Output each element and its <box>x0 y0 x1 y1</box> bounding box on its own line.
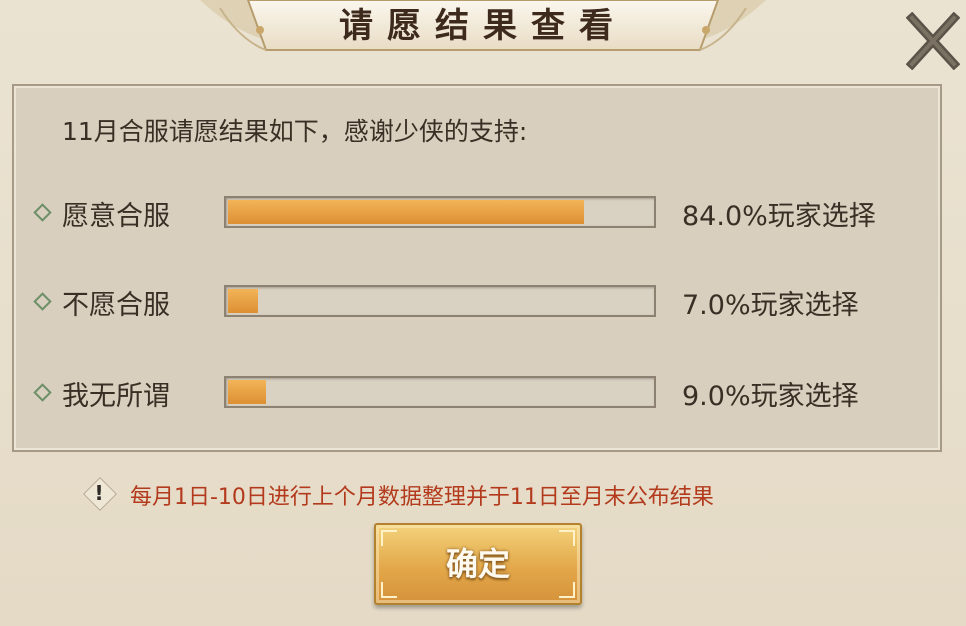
option-row-disagree: 不愿合服 7.0%玩家选择 <box>14 279 944 323</box>
result-intro: 11月合服请愿结果如下，感谢少侠的支持: <box>62 117 528 146</box>
option-label: 愿意合服 <box>62 201 170 232</box>
progress-bar <box>224 285 656 317</box>
confirm-label: 确定 <box>445 545 510 583</box>
close-button[interactable] <box>905 11 961 71</box>
diamond-bullet-icon <box>33 292 52 311</box>
petition-result-dialog: 请愿结果查看 11月合服请愿结果如下，感谢少侠的支持: 愿意合服 84.0%玩家… <box>0 0 966 626</box>
progress-bar <box>224 376 656 408</box>
option-percent: 9.0%玩家选择 <box>682 381 859 412</box>
option-percent: 7.0%玩家选择 <box>682 290 859 321</box>
diamond-bullet-icon <box>33 383 52 402</box>
notice: ! 每月1日-10日进行上个月数据整理并于11日至月末公布结果 <box>82 474 912 512</box>
diamond-bullet-icon <box>33 203 52 222</box>
title-banner: 请愿结果查看 <box>200 0 766 58</box>
option-row-indifferent: 我无所谓 9.0%玩家选择 <box>14 370 944 414</box>
progress-bar <box>224 196 656 228</box>
progress-fill <box>228 380 267 404</box>
close-x-icon <box>905 11 961 71</box>
notice-text: 每月1日-10日进行上个月数据整理并于11日至月末公布结果 <box>130 485 714 510</box>
option-label: 不愿合服 <box>62 290 170 321</box>
progress-fill <box>228 289 258 313</box>
option-percent: 84.0%玩家选择 <box>682 201 876 232</box>
option-row-agree: 愿意合服 84.0%玩家选择 <box>14 190 944 234</box>
exclamation-diamond-icon: ! <box>82 476 117 511</box>
dialog-title: 请愿结果查看 <box>339 6 627 46</box>
progress-fill <box>228 200 585 224</box>
result-panel: 11月合服请愿结果如下，感谢少侠的支持: 愿意合服 84.0%玩家选择 不愿合服… <box>12 84 942 452</box>
option-label: 我无所谓 <box>62 381 170 412</box>
confirm-button[interactable]: 确定 <box>374 523 582 605</box>
